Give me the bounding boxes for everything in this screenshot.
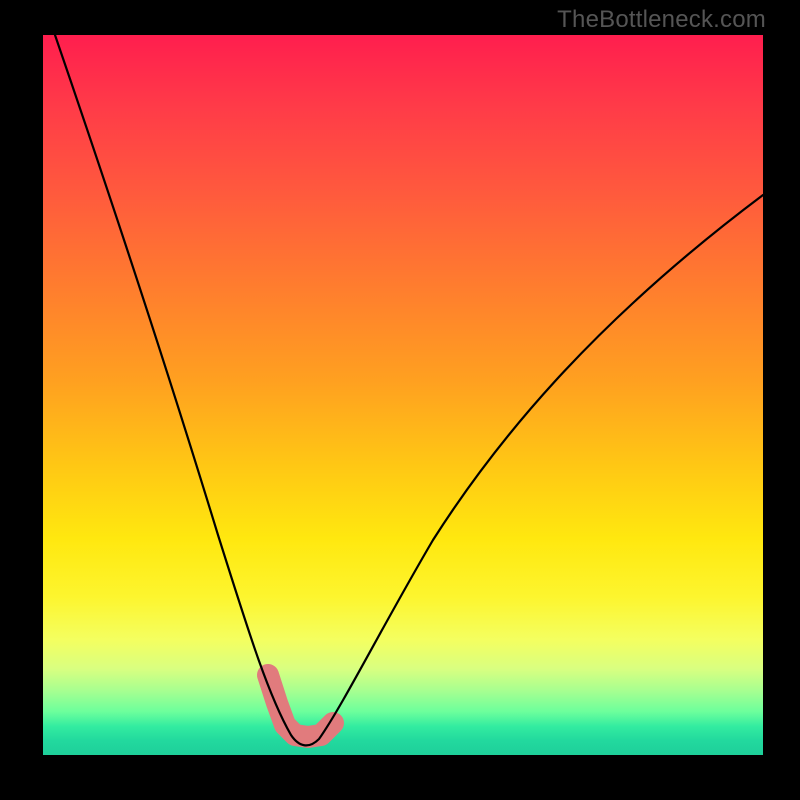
attribution-text: TheBottleneck.com <box>557 6 766 34</box>
bottleneck-curve-line <box>55 35 763 745</box>
plot-area <box>43 35 763 755</box>
curve-svg <box>43 35 763 755</box>
chart-frame: TheBottleneck.com <box>0 0 800 800</box>
